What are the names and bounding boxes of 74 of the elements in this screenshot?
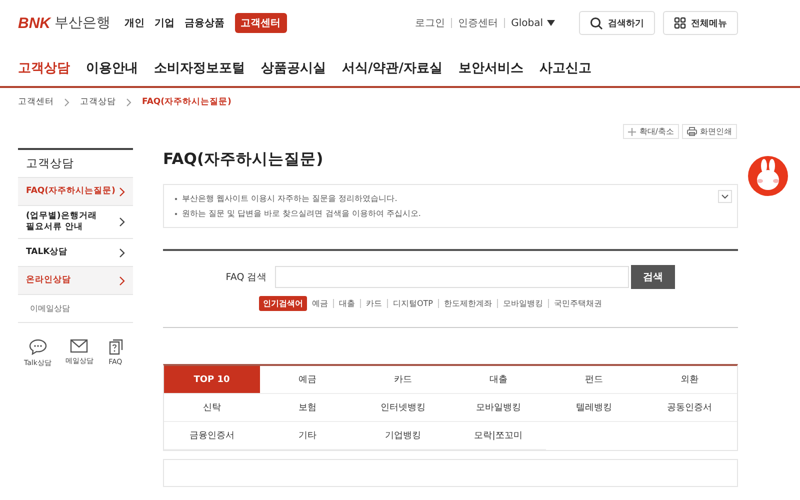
- print-button[interactable]: 화면인쇄: [682, 124, 737, 139]
- chevron-icon: [126, 98, 132, 106]
- sidebar-subitem[interactable]: 이메일상담: [18, 295, 133, 324]
- breadcrumb-link[interactable]: 고객센터: [18, 96, 54, 108]
- category-tab[interactable]: 카드: [355, 366, 450, 394]
- zoom-button[interactable]: 확대/축소: [623, 124, 679, 139]
- main-nav-tab[interactable]: 고객상담: [18, 59, 70, 77]
- chevron-down-icon: [721, 194, 729, 199]
- category-tab[interactable]: 인터넷뱅킹: [355, 394, 450, 422]
- category-tab[interactable]: 금융인증서: [164, 422, 260, 450]
- sidebar-item[interactable]: 온라인상담: [18, 267, 133, 296]
- chevron-icon: [64, 98, 70, 106]
- notice-text: 부산은행 웹사이트 이용시 자주하는 질문을 정리하였습니다.: [174, 191, 398, 206]
- chevron-icon: [119, 217, 125, 228]
- category-tab[interactable]: 공동인증서: [642, 394, 737, 422]
- breadcrumb-link[interactable]: 고객상담: [80, 96, 116, 108]
- plus-icon: [628, 128, 636, 136]
- sidebar-item[interactable]: (업무별)은행거래 필요서류 안내: [18, 206, 133, 240]
- page-title: FAQ(자주하시는질문): [163, 149, 324, 170]
- language-selector[interactable]: Global: [511, 18, 555, 28]
- chevron-icon: [119, 186, 125, 196]
- main-nav-tab[interactable]: 사고신고: [540, 59, 592, 77]
- top-nav-link[interactable]: 기업: [154, 16, 174, 30]
- category-tab[interactable]: 외환: [642, 366, 737, 394]
- keyword-link[interactable]: 대출: [338, 298, 355, 309]
- keyword-link[interactable]: 예금: [312, 298, 328, 309]
- grid-icon: [674, 17, 686, 29]
- chevron-icon: [119, 248, 125, 258]
- main-nav-tab[interactable]: 소비자정보포털: [154, 59, 245, 77]
- top-nav-link[interactable]: 고객센터: [234, 13, 286, 33]
- keyword-link[interactable]: 국민주택채권: [554, 298, 602, 309]
- category-tab[interactable]: 기업뱅킹: [355, 422, 450, 450]
- main-nav-tab[interactable]: 보안서비스: [458, 59, 524, 77]
- search-button[interactable]: 검색하기: [579, 11, 655, 35]
- search-button[interactable]: 검색: [631, 265, 676, 289]
- main-nav-tab[interactable]: 상품공시실: [261, 59, 326, 77]
- popular-keywords-badge: 인기검색어: [258, 296, 307, 311]
- breadcrumb-link[interactable]: FAQ(자주하시는질문): [142, 96, 232, 108]
- category-tab[interactable]: TOP 10: [164, 366, 260, 394]
- keyword-link[interactable]: 카드: [366, 298, 382, 309]
- search-field[interactable]: [275, 266, 630, 288]
- keyword-link[interactable]: 디지털OTP: [392, 298, 433, 309]
- keyword-link[interactable]: 모바일뱅킹: [503, 298, 543, 309]
- question-document-icon: [107, 339, 124, 356]
- category-tab[interactable]: 펀드: [546, 366, 642, 394]
- top-nav-link[interactable]: 금융상품: [184, 16, 224, 30]
- category-tab[interactable]: 대출: [450, 366, 546, 394]
- caret-icon: [547, 20, 555, 26]
- utility-link[interactable]: 인증센터: [458, 16, 498, 30]
- category-tab[interactable]: 신탁: [164, 394, 260, 422]
- search-label: FAQ 검색: [226, 270, 268, 284]
- category-tab[interactable]: 기타: [260, 422, 355, 450]
- printer-icon: [687, 127, 697, 136]
- keyword-link[interactable]: 한도제한계좌: [444, 298, 492, 309]
- main-nav-tab[interactable]: 서식/약관/자료실: [342, 59, 442, 77]
- category-tab[interactable]: 모바일뱅킹: [450, 394, 546, 422]
- all-menu-button[interactable]: 전체메뉴: [663, 11, 738, 35]
- collapse-button[interactable]: [718, 190, 732, 203]
- chevron-icon: [119, 276, 125, 286]
- category-tab[interactable]: 보험: [260, 394, 355, 422]
- search-icon: [590, 16, 603, 30]
- utility-link[interactable]: 로그인: [415, 16, 446, 30]
- sidebar-item[interactable]: FAQ(자주하시는질문): [18, 178, 133, 206]
- envelope-icon: [70, 339, 88, 354]
- bank-logo[interactable]: BNK: [18, 14, 50, 32]
- chatbot-icon[interactable]: [748, 156, 788, 196]
- category-tab[interactable]: 예금: [260, 366, 355, 394]
- main-nav-tab[interactable]: 이용안내: [86, 59, 138, 77]
- top-nav-link[interactable]: 개인: [124, 16, 144, 30]
- bank-name: 부산은행: [54, 14, 110, 32]
- notice-text: 원하는 질문 및 답변을 바로 찾으실려면 검색을 이용하여 주십시오.: [174, 206, 421, 221]
- category-tab[interactable]: 모락|쪼꼬미: [450, 422, 546, 450]
- speech-bubble-icon: [28, 339, 47, 356]
- category-tab[interactable]: 텔레뱅킹: [546, 394, 642, 422]
